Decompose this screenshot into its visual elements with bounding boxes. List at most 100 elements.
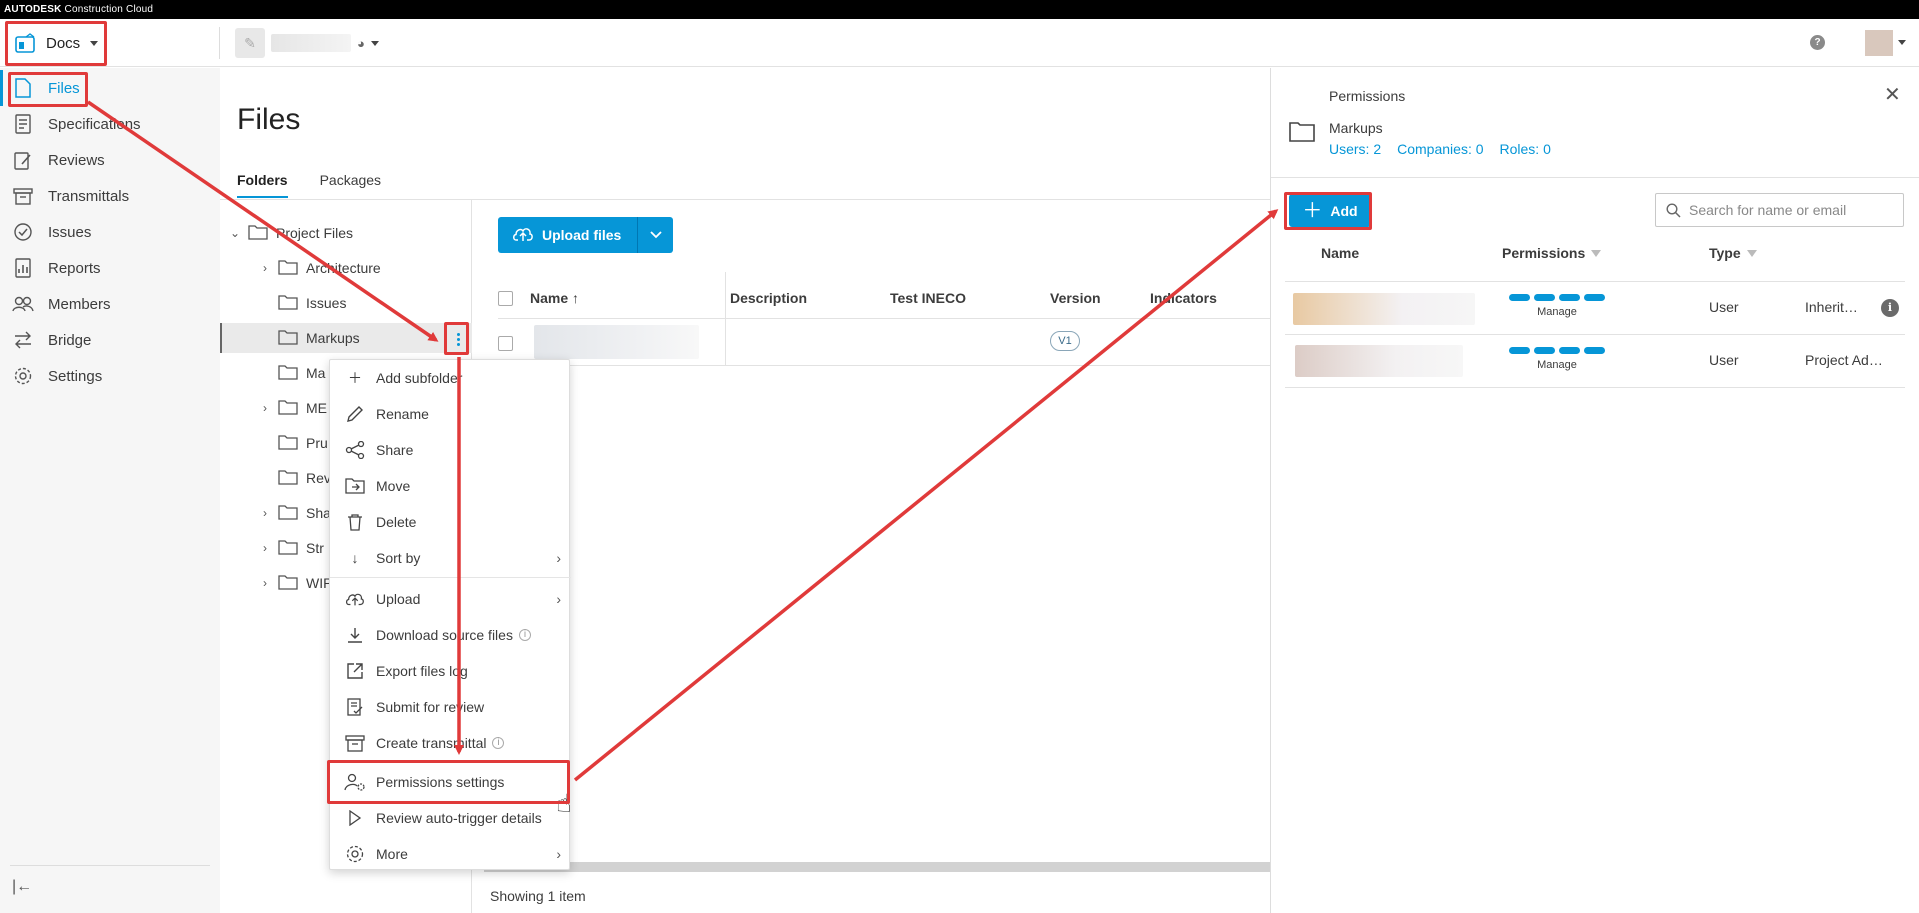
sidebar-item-settings[interactable]: Settings [0,358,220,394]
folder-icon [278,539,298,558]
close-icon[interactable]: ✕ [1884,85,1901,105]
view-tabs: Folders Packages [237,172,381,198]
file-name-redacted[interactable] [534,325,699,359]
version-badge[interactable]: V1 [1050,331,1080,351]
tree-item-project-files[interactable]: ⌄ Project Files [220,218,472,248]
column-permissions-label: Permissions [1502,245,1586,261]
menu-item-sort-by[interactable]: ↓ Sort by › [330,540,571,576]
add-button[interactable]: ＋ Add [1289,194,1371,227]
sidebar-item-files[interactable]: Files [0,70,220,106]
chevron-right-icon[interactable]: › [258,401,272,415]
column-test-ineco[interactable]: Test INECO [890,277,966,319]
column-name[interactable]: Name [1321,245,1359,261]
permission-level-bar[interactable] [1509,347,1605,354]
upload-files-button[interactable]: Upload files [498,217,638,253]
sidebar-item-specifications[interactable]: Specifications [0,106,220,142]
tree-item-label: ME [306,400,327,416]
menu-item-share[interactable]: Share [330,432,571,468]
menu-item-upload[interactable]: Upload › [330,581,571,617]
folder-more-options-icon[interactable] [447,324,469,354]
tab-folders[interactable]: Folders [237,172,288,198]
menu-item-delete[interactable]: Delete [330,504,571,540]
tree-item-issues[interactable]: Issues [220,288,472,318]
filter-icon[interactable] [1591,249,1602,257]
sidebar-item-transmittals[interactable]: Transmittals [0,178,220,214]
hand-pointer-icon: ☝ [556,788,572,818]
users-count-link[interactable]: Users: 2 [1329,141,1381,157]
docs-module-icon [14,32,36,55]
row-checkbox[interactable] [498,336,513,351]
cloud-upload-icon [512,226,534,245]
menu-item-rename[interactable]: Rename [330,396,571,432]
tree-item-architecture[interactable]: › Architecture [220,253,472,283]
column-indicators[interactable]: Indicators [1150,277,1217,319]
menu-item-export-files-log[interactable]: Export files log [330,653,571,689]
column-description[interactable]: Description [730,277,807,319]
collapse-sidebar-icon[interactable]: |← [12,878,32,896]
info-icon[interactable]: i [518,629,531,641]
tab-packages[interactable]: Packages [320,172,381,198]
menu-item-submit-for-review[interactable]: Submit for review [330,689,571,725]
column-permissions[interactable]: Permissions [1502,245,1602,261]
brand-bar: AUTODESK Construction Cloud [0,0,1919,19]
menu-item-create-transmittal[interactable]: Create transmittal i [330,725,571,761]
sidebar-item-label: Files [48,79,80,97]
chevron-right-icon[interactable]: › [258,506,272,520]
play-icon [344,807,366,829]
filter-icon[interactable] [1746,249,1757,257]
sidebar-item-reports[interactable]: Reports [0,250,220,286]
search-input[interactable] [1689,202,1889,218]
column-name[interactable]: Name ↑ [530,277,579,319]
companies-count-link[interactable]: Companies: 0 [1397,141,1483,157]
column-type-label: Type [1709,245,1741,261]
table-row[interactable]: Manage User Project Ad… [1285,335,1905,388]
table-row[interactable]: Manage User Inherit… i [1285,282,1905,335]
chevron-down-icon[interactable] [1898,40,1906,45]
sidebar-item-reviews[interactable]: Reviews [0,142,220,178]
tree-item-markups[interactable]: Markups [220,323,472,353]
select-all-checkbox[interactable] [498,291,513,306]
upload-files-button-group: Upload files [498,217,674,253]
menu-item-more[interactable]: More › [330,836,571,872]
folder-icon [278,504,298,523]
panel-divider [1271,177,1919,178]
folder-icon [278,364,298,383]
column-type[interactable]: Type [1709,245,1757,261]
chevron-right-icon: › [556,550,561,566]
trash-icon [344,511,366,533]
project-selector[interactable]: ✎ ◕ [235,26,379,60]
cloud-upload-icon [344,588,366,610]
permission-level-bar[interactable] [1509,294,1605,301]
chevron-right-icon[interactable]: › [258,576,272,590]
sidebar-item-label: Reports [48,259,101,277]
help-icon[interactable]: ? [1810,35,1825,50]
module-switcher[interactable]: Docs [6,22,105,65]
menu-item-download-source-files[interactable]: Download source files i [330,617,571,653]
roles-count-link[interactable]: Roles: 0 [1500,141,1551,157]
transmittals-icon [12,185,34,207]
menu-item-move[interactable]: Move [330,468,571,504]
member-role: Project Ad… [1805,352,1883,368]
menu-item-label: Move [376,478,411,494]
sidebar-item-label: Reviews [48,151,105,169]
chevron-right-icon: › [556,846,561,862]
chevron-down-icon[interactable]: ⌄ [228,226,242,240]
permissions-panel: Permissions ✕ Markups Users: 2 Companies… [1270,68,1919,913]
sidebar-item-issues[interactable]: Issues [0,214,220,250]
chevron-right-icon[interactable]: › [258,541,272,555]
member-search [1655,193,1904,227]
upload-options-dropdown[interactable] [637,217,674,253]
column-version[interactable]: Version [1050,277,1101,319]
menu-item-add-subfolder[interactable]: ＋ Add subfolder [330,360,571,396]
horizontal-scrollbar[interactable] [484,862,1270,872]
menu-item-label: Create transmittal [376,735,487,751]
user-avatar[interactable] [1865,30,1893,56]
sidebar-item-bridge[interactable]: Bridge [0,322,220,358]
item-count: Showing 1 item [490,888,586,904]
info-icon[interactable]: i [1881,299,1899,317]
chevron-right-icon[interactable]: › [258,261,272,275]
menu-item-permissions-settings[interactable]: Permissions settings [330,764,571,800]
info-icon[interactable]: i [492,737,505,749]
menu-item-review-auto-trigger-details[interactable]: Review auto-trigger details [330,800,571,836]
sidebar-item-members[interactable]: Members [0,286,220,322]
